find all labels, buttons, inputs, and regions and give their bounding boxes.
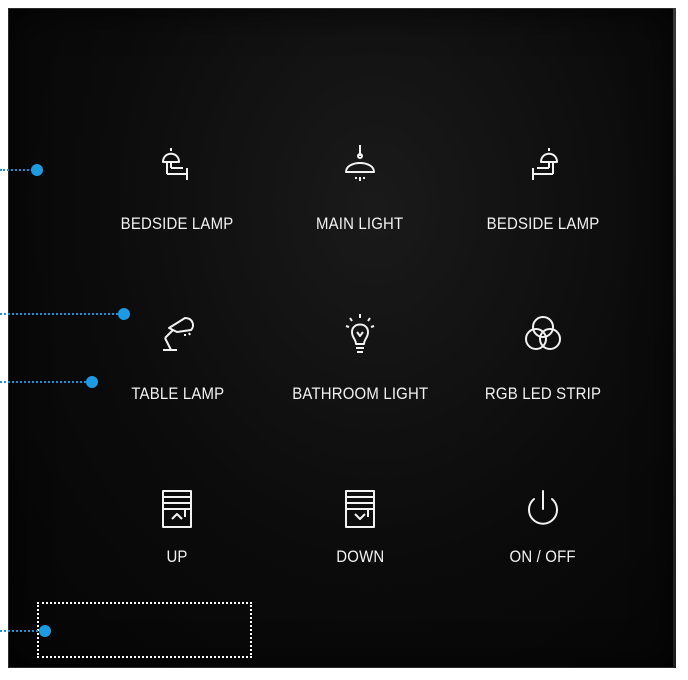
key-label: BEDSIDE LAMP [486, 214, 600, 233]
key-label: MAIN LIGHT [316, 214, 404, 233]
key-blind-down[interactable]: DOWN [269, 483, 452, 608]
key-bedside-lamp-left[interactable]: BEDSIDE LAMP [86, 138, 269, 308]
callout-dot-1 [31, 164, 43, 176]
callout-dot-3 [86, 376, 98, 388]
key-table-lamp[interactable]: TABLE LAMP [86, 308, 269, 483]
bedside-lamp-left-icon [155, 142, 199, 186]
key-label: RGB LED STRIP [484, 384, 601, 403]
bedside-lamp-right-icon [521, 142, 565, 186]
touch-panel: BEDSIDE LAMP MAIN LIGHT BEDSIDE LAMP TAB… [8, 8, 676, 668]
key-rgb-led-strip[interactable]: RGB LED STRIP [451, 308, 634, 483]
callout-line-3 [0, 381, 90, 383]
callout-line-2 [0, 313, 122, 315]
callout-line-4 [0, 630, 42, 632]
callout-dot-4 [39, 625, 51, 637]
blind-down-icon [338, 487, 382, 531]
key-label: ON / OFF [509, 547, 576, 566]
power-icon [521, 487, 565, 531]
key-main-light[interactable]: MAIN LIGHT [269, 138, 452, 308]
key-label: BATHROOM LIGHT [291, 384, 428, 403]
highlight-box [37, 602, 252, 658]
blind-up-icon [155, 487, 199, 531]
rgb-circles-icon [521, 312, 565, 356]
key-blind-up[interactable]: UP [86, 483, 269, 608]
key-bathroom-light[interactable]: BATHROOM LIGHT [269, 308, 452, 483]
key-label: DOWN [335, 547, 385, 566]
key-bedside-lamp-right[interactable]: BEDSIDE LAMP [451, 138, 634, 308]
key-label: UP [166, 547, 188, 566]
ceiling-light-icon [338, 142, 382, 186]
desk-lamp-icon [155, 312, 199, 356]
key-label: BEDSIDE LAMP [120, 214, 234, 233]
light-bulb-icon [338, 312, 382, 356]
key-power[interactable]: ON / OFF [451, 483, 634, 608]
key-label: TABLE LAMP [130, 384, 224, 403]
key-grid: BEDSIDE LAMP MAIN LIGHT BEDSIDE LAMP TAB… [86, 138, 634, 608]
callout-dot-2 [118, 308, 130, 320]
